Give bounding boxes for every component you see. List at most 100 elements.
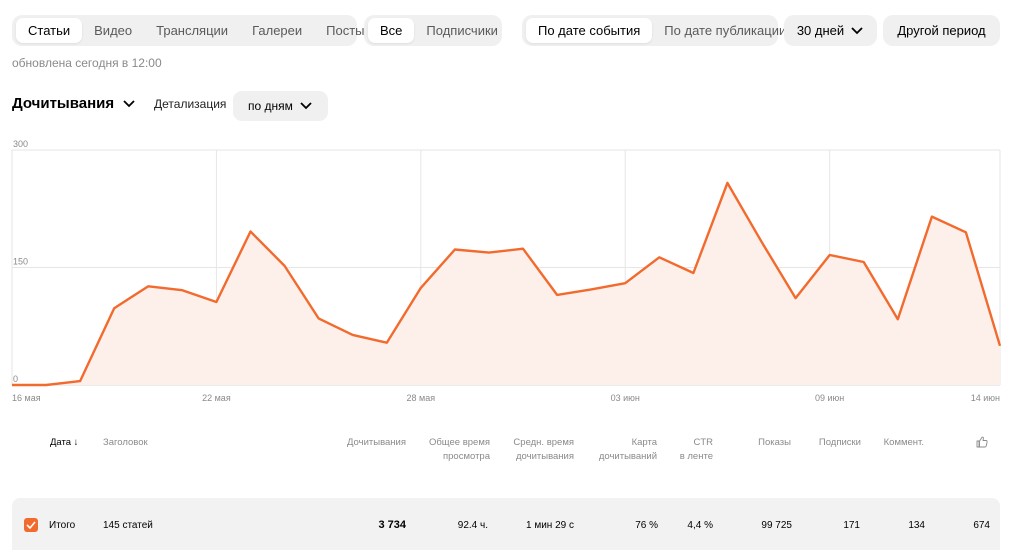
tab-all[interactable]: Все [368,18,415,43]
chart-point [725,181,729,185]
tab-broadcasts[interactable]: Трансляции [144,18,240,43]
column-total-time[interactable]: Общее время просмотра [429,436,490,464]
detail-dropdown-value: по дням [248,99,293,113]
total-comments: 134 [908,520,925,531]
chart-point [964,230,968,234]
updated-timestamp: обновлена сегодня в 12:00 [12,56,162,70]
chart-point [657,255,661,259]
chart-point [248,229,252,233]
column-avg-time[interactable]: Средн. время дочитывания [513,436,574,464]
content-type-tabs: Статьи Видео Трансляции Галереи Посты [12,15,365,46]
chart-point [453,247,457,251]
column-impressions[interactable]: Показы [758,436,791,450]
y-tick-label: 0 [13,374,18,384]
total-ctr: 4,4 % [687,520,713,531]
x-tick-label: 14 июн [971,393,1000,403]
chart-point [146,284,150,288]
chart-point [283,264,287,268]
thumbs-up-icon [976,436,988,448]
y-tick-label: 300 [13,139,28,149]
chart-point [998,344,1002,348]
date-mode-tabs: По дате события По дате публикации [522,15,786,46]
column-title[interactable]: Заголовок [103,436,148,450]
column-reads-map-line2: дочитываний [598,451,657,462]
chart-point [521,247,525,251]
chart-x-ticks: 16 мая 22 мая 28 мая 03 июн 09 июн 14 июн [12,393,1000,403]
chart-point [112,306,116,310]
detail-dropdown[interactable]: по дням [233,91,328,121]
column-likes[interactable] [976,436,988,453]
chart-point [794,296,798,300]
chart-point [760,240,764,244]
table-total-row: Итого 145 статей 3 734 92.4 ч. 1 мин 29 … [12,498,1000,550]
chart-point [589,287,593,291]
other-period-label: Другой период [897,23,986,38]
column-comments[interactable]: Коммент. [884,436,924,450]
column-total-time-line1: Общее время [428,437,490,448]
column-reads-map[interactable]: Карта дочитываний [599,436,657,464]
x-tick-label: 03 июн [611,393,640,403]
x-tick-label: 22 мая [202,393,231,403]
total-title: 145 статей [103,520,153,531]
total-time: 92.4 ч. [457,520,488,531]
tab-subscribers[interactable]: Подписчики [414,18,510,43]
tab-by-event-date[interactable]: По дате события [526,18,653,43]
chart-y-ticks: 0 150 300 [13,139,28,384]
chart-point [419,286,423,290]
x-tick-label: 09 июн [815,393,844,403]
total-label: Итого [49,520,76,531]
chart-point [214,300,218,304]
checkmark-icon [26,521,36,529]
y-tick-label: 150 [13,257,28,267]
table-header: Дата ↓ Заголовок Дочитывания Общее время… [0,436,1027,468]
column-total-time-line2: просмотра [443,451,490,462]
metric-selector[interactable]: Дочитывания [12,95,136,112]
total-subscriptions: 171 [843,520,860,531]
total-reads-map: 76 % [635,520,658,531]
chart-point [44,383,48,387]
tab-galleries[interactable]: Галереи [240,18,314,43]
chart-point [862,260,866,264]
column-ctr-line2: в ленте [679,451,713,462]
column-avg-time-line2: дочитывания [516,451,574,462]
chart-point [180,288,184,292]
detail-label: Детализация [154,97,227,111]
period-dropdown-value: 30 дней [796,23,845,38]
chart-point [317,316,321,320]
total-likes: 674 [973,520,990,531]
tab-video[interactable]: Видео [82,18,144,43]
chart-point [691,271,695,275]
column-ctr[interactable]: CTR в ленте [680,436,713,464]
total-impressions: 99 725 [761,520,792,531]
chevron-down-icon [123,99,135,107]
chart-point [555,293,559,297]
column-avg-time-line1: Средн. время [513,437,574,448]
chart-point [828,253,832,257]
other-period-button[interactable]: Другой период [883,15,1000,46]
chart-point [78,379,82,383]
select-all-checkbox[interactable] [24,518,38,532]
tab-articles[interactable]: Статьи [16,18,83,43]
chevron-down-icon [851,26,863,34]
x-tick-label: 28 мая [407,393,436,403]
column-ctr-line1: CTR [693,437,713,448]
chart-point [930,215,934,219]
chart-point [10,383,14,387]
x-tick-label: 16 мая [12,393,41,403]
total-avg-time: 1 мин 29 с [525,520,574,531]
reads-chart: 0 150 300 16 мая 22 мая 28 мая 03 июн 09 июн 14… [10,139,1002,403]
chart-point [623,281,627,285]
column-reads-map-line1: Карта [631,437,657,448]
metric-title: Дочитывания [12,95,115,112]
chart-point [351,333,355,337]
chart-point [896,317,900,321]
tab-by-publication-date[interactable]: По дате публикации [652,18,798,43]
column-date[interactable]: Дата ↓ [50,436,78,450]
column-reads[interactable]: Дочитывания [347,436,406,450]
column-subscriptions[interactable]: Подписки [819,436,861,450]
chart-point [487,251,491,255]
audience-tabs: Все Подписчики [364,15,502,46]
period-dropdown[interactable]: 30 дней [784,15,877,46]
total-reads: 3 734 [378,519,406,531]
chart-point [385,341,389,345]
